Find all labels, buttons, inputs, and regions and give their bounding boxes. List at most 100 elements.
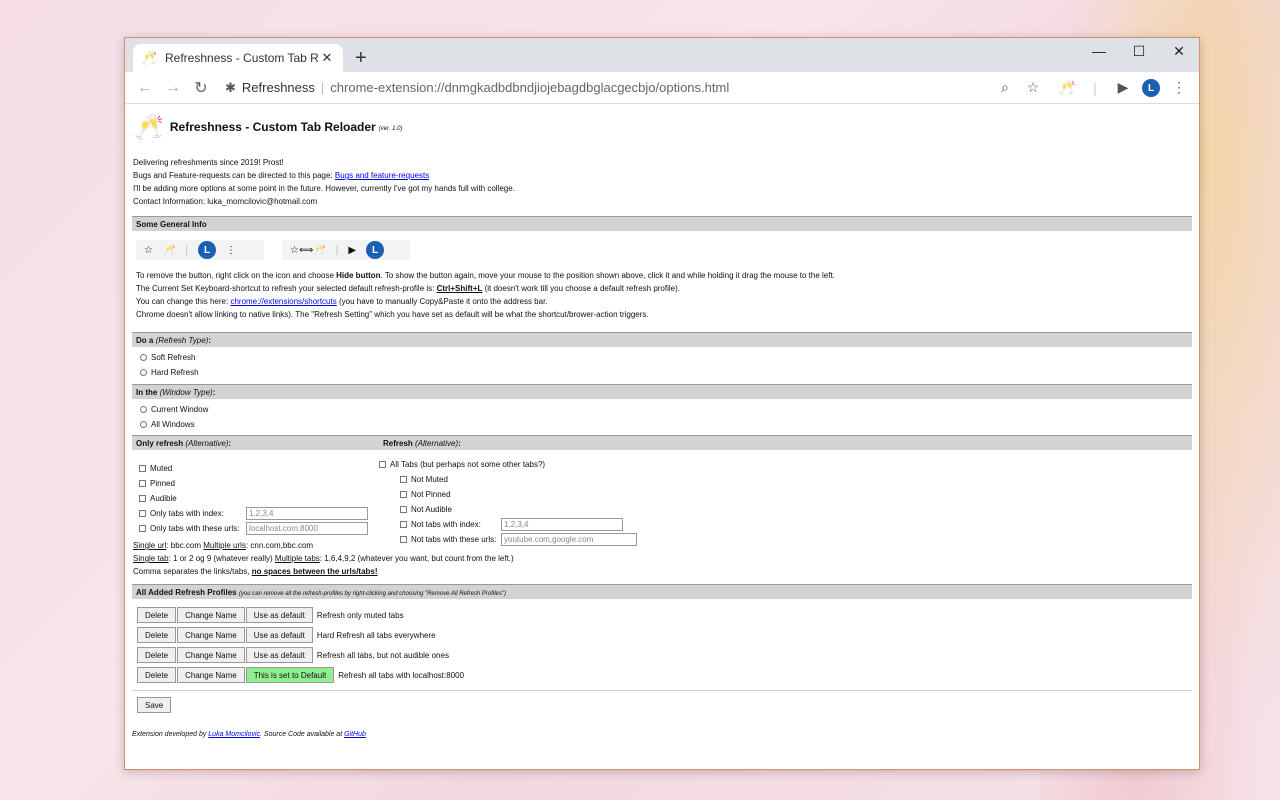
section-subtitle: (Alternative) xyxy=(415,439,459,448)
back-icon[interactable]: ← xyxy=(131,79,159,97)
shortcuts-link[interactable]: chrome://extensions/shortcuts xyxy=(230,297,336,306)
radio-button[interactable] xyxy=(140,369,147,376)
section-colon: : xyxy=(208,336,211,345)
change-name-button[interactable]: Change Name xyxy=(177,667,245,683)
menu-kebab-icon[interactable]: ⋮ xyxy=(1165,79,1193,96)
zoom-icon[interactable]: ⌕ xyxy=(991,79,1019,96)
checkbox-label: Not Muted xyxy=(411,475,448,484)
delete-button[interactable]: Delete xyxy=(137,667,177,683)
section-title: Refresh xyxy=(383,439,416,448)
use-default-button[interactable]: Use as default xyxy=(245,627,313,643)
only-index-input[interactable]: 1,2,3,4 xyxy=(246,507,368,520)
checkbox[interactable] xyxy=(139,525,146,532)
radio-label: All Windows xyxy=(151,420,195,429)
all-tabs-option[interactable]: All Tabs (but perhaps not some other tab… xyxy=(379,457,1192,472)
checkbox[interactable] xyxy=(400,476,407,483)
checkbox[interactable] xyxy=(400,536,407,543)
forward-icon[interactable]: → xyxy=(159,79,187,97)
default-set-button[interactable]: This is set to Default xyxy=(245,667,335,683)
use-default-button[interactable]: Use as default xyxy=(245,647,313,663)
footer: Extension developed by Luka Momcilovic. … xyxy=(132,731,1192,738)
checkbox[interactable] xyxy=(139,465,146,472)
page-title: Refreshness - Custom Tab Reloader xyxy=(169,120,376,134)
audible-option[interactable]: Audible xyxy=(139,491,379,506)
change-name-button[interactable]: Change Name xyxy=(177,627,245,643)
divider: | xyxy=(335,244,339,256)
pinned-option[interactable]: Pinned xyxy=(139,476,379,491)
muted-option[interactable]: Muted xyxy=(139,461,379,476)
checkbox[interactable] xyxy=(139,510,146,517)
bugs-link[interactable]: Bugs and feature-requests xyxy=(335,171,429,180)
version-label: (ver. 1.0) xyxy=(378,126,403,132)
checkbox[interactable] xyxy=(400,521,407,528)
note-term: Multiple tabs xyxy=(274,554,320,563)
radio-label: Soft Refresh xyxy=(151,353,196,362)
close-window-icon[interactable]: ✕ xyxy=(1159,38,1199,64)
checkbox[interactable] xyxy=(139,480,146,487)
reload-icon[interactable]: ↻ xyxy=(187,78,215,98)
checkbox-label: Not Pinned xyxy=(411,490,451,499)
delete-button[interactable]: Delete xyxy=(137,607,177,623)
refresh-alt-options: All Tabs (but perhaps not some other tab… xyxy=(379,457,1192,547)
info-text: (it doesn't work till you choose a defau… xyxy=(482,284,680,293)
omnibox-divider: | xyxy=(320,80,325,95)
address-bar[interactable]: ✱ Refreshness | chrome-extension://dnmgk… xyxy=(221,75,1047,101)
use-default-button[interactable]: Use as default xyxy=(245,607,313,623)
note-line: Single tab: 1 or 2 og 9 (whatever really… xyxy=(133,552,1192,565)
radio-button[interactable] xyxy=(140,354,147,361)
checkbox[interactable] xyxy=(379,461,386,468)
info-text: To remove the button, right click on the… xyxy=(136,271,337,280)
delete-button[interactable]: Delete xyxy=(137,647,177,663)
minimize-icon[interactable]: — xyxy=(1079,38,1119,64)
tab-close-icon[interactable]: ✕ xyxy=(319,50,335,66)
radio-label: Hard Refresh xyxy=(151,368,199,377)
section-colon: : xyxy=(212,388,216,397)
note-term: Multiple urls xyxy=(203,541,246,550)
checkbox[interactable] xyxy=(139,495,146,502)
note-text: : 1 or 2 og 9 (whatever really) xyxy=(168,554,275,563)
change-name-button[interactable]: Change Name xyxy=(177,607,245,623)
save-button[interactable]: Save xyxy=(137,697,172,713)
soft-refresh-option[interactable]: Soft Refresh xyxy=(140,353,1192,362)
section-colon: : xyxy=(228,439,232,448)
profile-avatar-icon[interactable]: L xyxy=(1137,78,1165,98)
alternative-header: Only refresh (Alternative): Refresh (Alt… xyxy=(132,435,1192,450)
checkbox[interactable] xyxy=(400,506,407,513)
current-window-option[interactable]: Current Window xyxy=(140,405,1192,414)
note-text: : 1,6,4,9,2 (whatever you want, but coun… xyxy=(319,554,514,563)
not-muted-option[interactable]: Not Muted xyxy=(400,472,1192,487)
new-tab-icon[interactable]: + xyxy=(355,47,367,70)
bookmark-star-icon[interactable]: ☆ xyxy=(1019,79,1047,96)
author-link[interactable]: Luka Momcilovic xyxy=(208,731,260,738)
refreshness-extension-icon[interactable]: 🥂 xyxy=(1053,79,1081,96)
profile-name: Hard Refresh all tabs everywhere xyxy=(316,630,436,640)
profile-name: Refresh only muted tabs xyxy=(316,610,404,620)
browser-tab[interactable]: 🥂 Refreshness - Custom Tab Reloader ✕ xyxy=(133,44,343,72)
section-title: Only refresh xyxy=(136,439,186,448)
section-title: In the xyxy=(136,388,160,397)
checkbox[interactable] xyxy=(400,491,407,498)
delete-button[interactable]: Delete xyxy=(137,627,177,643)
github-link[interactable]: GitHub xyxy=(344,731,366,738)
contact-info: Contact Information: luka_momcilovic@hot… xyxy=(133,197,318,206)
hard-refresh-option[interactable]: Hard Refresh xyxy=(140,368,1192,377)
checkbox-label: Not tabs with index: xyxy=(411,520,481,529)
radio-button[interactable] xyxy=(140,406,147,413)
maximize-icon[interactable]: ☐ xyxy=(1119,38,1159,64)
footer-text: Extension developed by xyxy=(132,731,209,738)
tab-strip: 🥂 Refreshness - Custom Tab Reloader ✕ + … xyxy=(125,38,1199,72)
not-audible-option[interactable]: Not Audible xyxy=(400,502,1192,517)
champagne-logo-icon: 🥂 xyxy=(134,113,164,141)
change-name-button[interactable]: Change Name xyxy=(177,647,245,663)
alternative-options: Muted Pinned Audible Only tabs with inde… xyxy=(132,457,1192,547)
only-refresh-title: Only refresh (Alternative): xyxy=(136,436,383,450)
play-icon: ▶ xyxy=(348,244,357,256)
not-urls-input[interactable]: youtube.com,google.com xyxy=(501,533,637,546)
all-windows-option[interactable]: All Windows xyxy=(140,420,1192,429)
profiles-list: Delete Change Name Use as default Refres… xyxy=(132,607,1192,683)
play-icon[interactable]: ▶ xyxy=(1109,79,1137,96)
not-index-input[interactable]: 1,2,3,4 xyxy=(501,518,623,531)
radio-button[interactable] xyxy=(140,421,147,428)
only-urls-input[interactable]: localhost.com:8000 xyxy=(246,522,368,535)
not-pinned-option[interactable]: Not Pinned xyxy=(400,487,1192,502)
